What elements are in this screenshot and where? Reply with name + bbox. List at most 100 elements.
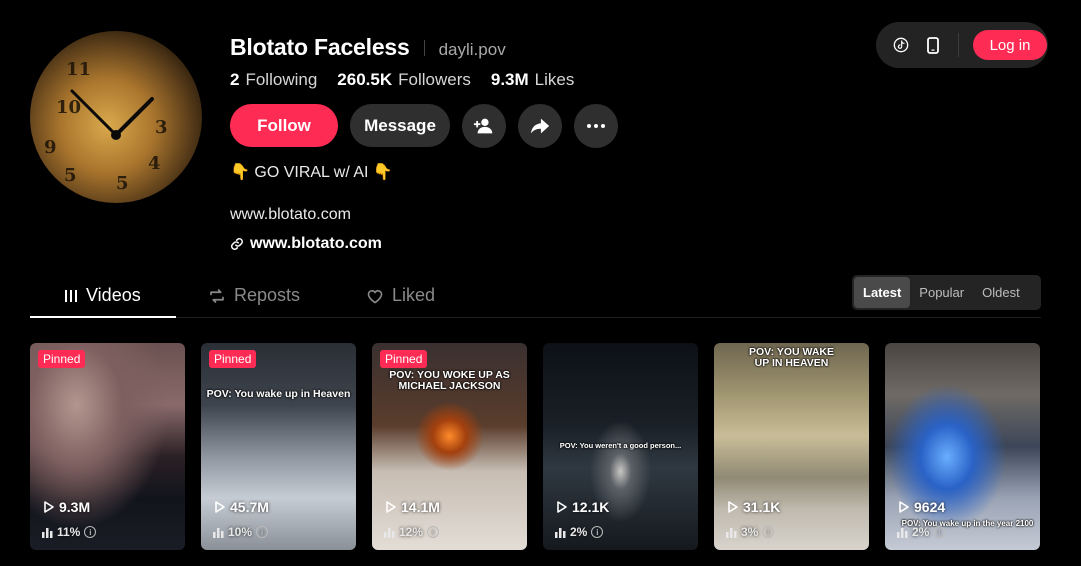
phone-icon: [927, 36, 939, 54]
pinned-badge: Pinned: [38, 350, 86, 368]
info-icon[interactable]: i: [84, 526, 97, 538]
profile-header: Blotato Faceless dayli.pov: [230, 34, 506, 61]
likes-stat: 9.3M Likes: [491, 70, 574, 90]
play-icon: [899, 501, 909, 513]
bar-chart-icon: [897, 527, 908, 538]
play-icon: [386, 501, 396, 513]
view-count-text: 31.1K: [743, 499, 781, 515]
tab-videos-label: Videos: [86, 285, 141, 305]
tiktok-button[interactable]: [892, 36, 910, 54]
top-actions-bar: Log in: [876, 22, 1048, 68]
view-count: 9.3M: [44, 499, 90, 515]
svg-text:10: 10: [56, 97, 81, 118]
engagement-percent: 12% i: [384, 525, 440, 539]
view-count-text: 12.1K: [572, 499, 610, 515]
videos-grid-icon: [65, 290, 77, 302]
share-arrow-icon: [530, 118, 550, 134]
add-friend-button[interactable]: [462, 104, 506, 148]
engagement-percent-text: 2%: [912, 525, 930, 539]
sort-toggle: Latest Popular Oldest: [852, 275, 1041, 310]
engagement-percent: 3% i: [726, 525, 775, 539]
info-icon[interactable]: i: [591, 526, 604, 538]
sort-popular[interactable]: Popular: [910, 277, 973, 308]
engagement-percent: 10% i: [213, 525, 269, 539]
active-tab-indicator: [30, 316, 176, 318]
svg-text:4: 4: [148, 153, 161, 174]
tab-liked-label: Liked: [392, 285, 436, 305]
share-button[interactable]: [518, 104, 562, 148]
view-count: 31.1K: [728, 499, 780, 515]
bio-url-text: www.blotato.com: [230, 206, 351, 223]
video-grid: Pinned 9.3M 11% i Pinned POV: You wake u…: [30, 343, 1040, 550]
device-button[interactable]: [924, 36, 942, 54]
engagement-percent-text: 11%: [57, 525, 81, 539]
bar-chart-icon: [384, 527, 395, 538]
profile-stats: 2 Following 260.5K Followers 9.3M Likes: [230, 70, 574, 90]
view-count-text: 9.3M: [59, 499, 91, 515]
tiktok-icon: [893, 37, 909, 53]
svg-text:11: 11: [66, 59, 91, 80]
engagement-percent: 11% i: [42, 525, 97, 539]
video-card[interactable]: POV: You wake up in the year 2100 9624 2…: [885, 343, 1040, 550]
topbar-divider: [958, 33, 959, 57]
profile-actions: Follow Message: [230, 104, 618, 148]
more-dots-icon: [587, 124, 605, 128]
bar-chart-icon: [555, 527, 566, 538]
video-overlay-text: POV: YOU WAKE UP IN HEAVEN: [749, 346, 834, 370]
followers-stat[interactable]: 260.5K Followers: [337, 70, 471, 90]
tab-reposts-label: Reposts: [234, 285, 301, 305]
tab-videos[interactable]: Videos: [64, 280, 141, 318]
view-count-text: 45.7M: [230, 499, 269, 515]
bar-chart-icon: [726, 527, 737, 538]
pinned-badge: Pinned: [209, 350, 257, 368]
video-card[interactable]: Pinned 9.3M 11% i: [30, 343, 185, 550]
profile-avatar[interactable]: 10 9 5 5 4 3 11: [30, 31, 202, 203]
bar-chart-icon: [213, 527, 224, 538]
engagement-percent: 2% i: [897, 525, 946, 539]
profile-link[interactable]: www.blotato.com: [230, 235, 382, 253]
video-card[interactable]: POV: You weren't a good person... 12.1K …: [543, 343, 698, 550]
video-overlay-text: POV: YOU WOKE UP AS MICHAEL JACKSON: [389, 369, 510, 393]
profile-bio: 👇 GO VIRAL w/ AI 👇: [230, 164, 393, 181]
play-icon: [44, 501, 54, 513]
clock-avatar-image: 10 9 5 5 4 3 11: [44, 59, 168, 194]
view-count: 45.7M: [215, 499, 269, 515]
message-button[interactable]: Message: [350, 104, 450, 147]
followers-label: Followers: [398, 70, 471, 89]
link-icon: [231, 238, 243, 250]
following-count: 2: [230, 70, 240, 89]
video-card[interactable]: Pinned POV: YOU WOKE UP AS MICHAEL JACKS…: [372, 343, 527, 550]
video-card[interactable]: POV: YOU WAKE UP IN HEAVEN 31.1K 3% i: [714, 343, 869, 550]
video-card[interactable]: Pinned POV: You wake up in Heaven 45.7M …: [201, 343, 356, 550]
pinned-badge: Pinned: [380, 350, 428, 368]
svg-text:5: 5: [116, 173, 129, 194]
tab-reposts[interactable]: Reposts: [208, 280, 300, 318]
follow-button[interactable]: Follow: [230, 104, 338, 147]
following-stat[interactable]: 2 Following: [230, 70, 317, 90]
video-overlay-text: POV: You wake up in Heaven: [206, 388, 351, 400]
login-button[interactable]: Log in: [973, 30, 1047, 60]
info-icon[interactable]: i: [933, 526, 946, 538]
more-options-button[interactable]: [574, 104, 618, 148]
info-icon[interactable]: i: [762, 526, 775, 538]
sort-oldest[interactable]: Oldest: [973, 277, 1029, 308]
sort-latest[interactable]: Latest: [854, 277, 911, 308]
view-count: 12.1K: [557, 499, 609, 515]
bar-chart-icon: [42, 527, 53, 538]
info-icon[interactable]: i: [256, 526, 269, 538]
engagement-percent: 2% i: [555, 525, 604, 539]
profile-link-text: www.blotato.com: [250, 235, 382, 252]
info-icon[interactable]: i: [427, 526, 440, 538]
engagement-percent-text: 12%: [399, 525, 424, 539]
tab-liked[interactable]: Liked: [366, 280, 435, 318]
likes-label: Likes: [534, 70, 575, 89]
add-user-icon: [473, 118, 493, 134]
svg-text:5: 5: [64, 165, 77, 186]
play-icon: [728, 501, 738, 513]
play-icon: [215, 501, 225, 513]
video-overlay-text: POV: You weren't a good person...: [559, 441, 682, 450]
engagement-percent-text: 3%: [741, 525, 759, 539]
engagement-percent-text: 10%: [228, 525, 253, 539]
svg-text:3: 3: [155, 117, 168, 138]
profile-handle: dayli.pov: [438, 40, 506, 59]
